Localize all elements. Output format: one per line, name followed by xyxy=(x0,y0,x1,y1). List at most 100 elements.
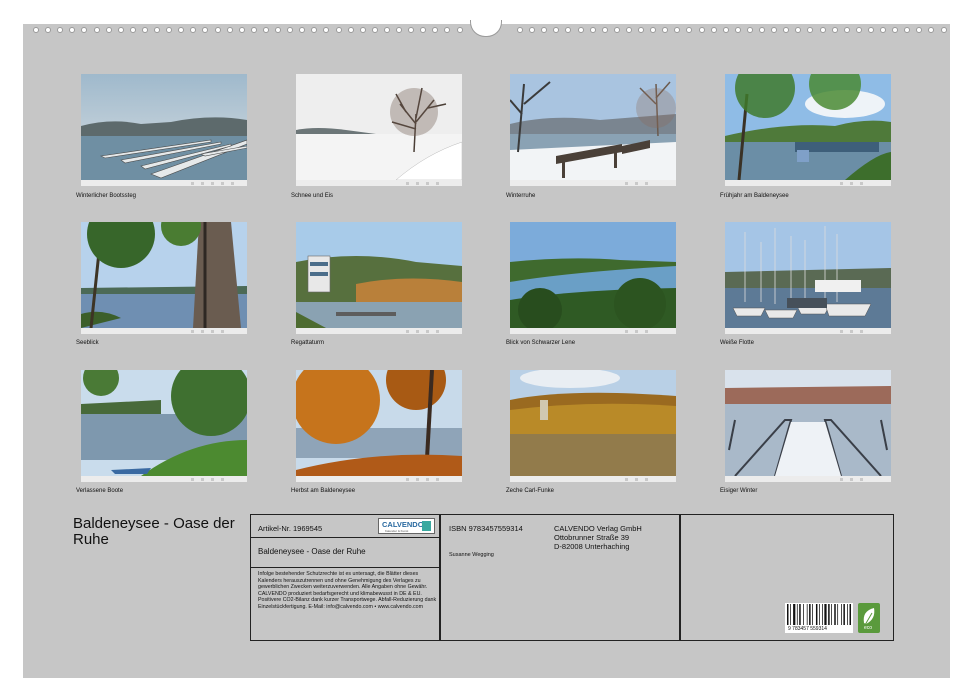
binding-hole xyxy=(45,27,52,33)
binding-hole xyxy=(33,27,39,33)
binding-hole xyxy=(238,27,245,33)
photo-caption: Winterlicher Bootssteg xyxy=(76,193,137,199)
binding-hole xyxy=(408,27,415,33)
article-number: Artikel-Nr. 1969545 xyxy=(258,524,323,533)
binding-hole xyxy=(299,27,306,33)
binding-hole xyxy=(214,27,221,33)
product-info-box: Artikel-Nr. 1969545 CALVENDO Kalender & … xyxy=(250,514,894,641)
photo-thumbnail-spring-lake xyxy=(725,74,891,186)
binding-hole xyxy=(154,27,160,33)
calvendo-logo: CALVENDO Kalender & Kunst xyxy=(378,518,435,534)
binding-hole xyxy=(795,27,802,33)
binding-hole xyxy=(843,27,850,33)
photo-caption: Verlassene Boote xyxy=(76,488,124,494)
binding-hole xyxy=(916,27,923,33)
binding-hole xyxy=(904,27,911,33)
legal-notice: Infolge bestehender Schutzrechte ist es … xyxy=(258,571,437,610)
logo-mark-icon xyxy=(422,521,431,531)
barcode-digits: 9 783457 559314 xyxy=(788,626,827,632)
binding-hole xyxy=(625,27,632,33)
logo-tagline: Kalender & Kunst xyxy=(385,529,409,533)
binding-hole xyxy=(807,27,814,33)
binding-hole xyxy=(855,27,862,33)
binding-hole xyxy=(456,27,463,33)
binding-hole xyxy=(613,27,620,33)
publisher-city: D-82008 Unterhaching xyxy=(554,542,630,551)
binding-hole xyxy=(432,27,439,33)
binding-hole xyxy=(650,27,657,33)
photo-thumbnail-regatta-tower xyxy=(296,222,462,334)
binding-hole xyxy=(81,27,88,33)
binding-hole xyxy=(311,27,318,33)
binding-hole xyxy=(287,27,294,33)
binding-hole xyxy=(347,27,354,33)
photo-thumbnail-autumn-lake xyxy=(296,370,462,482)
binding-hole xyxy=(93,27,100,33)
binding-hole xyxy=(383,27,390,33)
binding-hole xyxy=(928,27,935,33)
binding-hole xyxy=(783,27,790,33)
product-title: Baldeneysee - Oase der Ruhe xyxy=(258,547,366,556)
binding-hole xyxy=(396,27,402,33)
binding-hole xyxy=(662,27,669,33)
eco-badge: eco xyxy=(858,603,880,633)
binding-hole xyxy=(880,27,886,33)
binding-hole xyxy=(444,27,451,33)
binding-hole xyxy=(517,27,523,33)
binding-hole xyxy=(589,27,596,33)
binding-hole xyxy=(698,27,705,33)
binding-hole xyxy=(335,27,342,33)
photo-thumbnail-lake-view xyxy=(81,222,247,334)
binding-hole xyxy=(359,27,366,33)
binding-hole xyxy=(892,27,899,33)
isbn: ISBN 9783457559314 xyxy=(449,524,523,533)
binding-hole xyxy=(577,27,584,33)
binding-hole xyxy=(262,27,269,33)
binding-hole xyxy=(565,27,572,33)
binding-hole xyxy=(226,27,233,33)
binding-hole xyxy=(69,27,76,33)
binding-hole xyxy=(746,27,753,33)
calendar-title: Baldeneysee - Oase der Ruhe xyxy=(73,515,235,548)
binding-hole xyxy=(674,27,681,33)
binding-hole xyxy=(166,27,173,33)
photo-thumbnail-winter-jetty xyxy=(81,74,247,186)
binding-hole xyxy=(771,27,778,33)
binding-hole xyxy=(117,27,124,33)
photo-caption: Winterruhe xyxy=(506,193,536,199)
publisher-name: CALVENDO Verlag GmbH xyxy=(554,524,642,533)
photo-thumbnail-icy-winter xyxy=(725,370,891,482)
binding-hole xyxy=(105,27,112,33)
photo-caption: Blick von Schwarzer Lene xyxy=(506,340,576,346)
photo-caption: Zeche Carl-Funke xyxy=(506,488,555,494)
binding-hole xyxy=(323,27,330,33)
binding-hole xyxy=(371,27,378,33)
binding-hole xyxy=(190,27,197,33)
binding-hole xyxy=(819,27,826,33)
publisher-street: Ottobrunner Straße 39 xyxy=(554,533,630,542)
eco-label: eco xyxy=(864,625,873,631)
binding-hole xyxy=(831,27,838,33)
photo-thumbnail-snow-ice xyxy=(296,74,462,186)
binding-hole xyxy=(722,27,729,33)
author-name: Susanne Wegging xyxy=(449,552,494,558)
isbn-barcode: 9 783457 559314 xyxy=(785,603,853,633)
photo-caption: Frühjahr am Baldeneysee xyxy=(720,193,789,199)
binding-hole xyxy=(940,27,947,33)
photo-caption: Regattaturm xyxy=(291,340,325,346)
logo-wordmark: CALVENDO xyxy=(382,520,424,529)
photo-caption: Schnee und Eis xyxy=(291,193,334,199)
photo-caption: Seeblick xyxy=(76,340,99,346)
photo-caption: Herbst am Baldeneysee xyxy=(291,488,356,494)
photo-caption: Weiße Flotte xyxy=(720,340,754,346)
photo-thumbnail-zeche-carl-funke xyxy=(510,370,676,482)
binding-hole xyxy=(57,27,64,33)
photo-thumbnail-schwarze-lene xyxy=(510,222,676,334)
binding-hole xyxy=(202,27,209,33)
photo-thumbnail-winter-bench xyxy=(510,74,676,186)
binding-hole xyxy=(759,27,765,33)
binding-hole xyxy=(686,27,693,33)
binding-hole xyxy=(420,27,427,33)
binding-hole xyxy=(553,27,560,33)
binding-hole xyxy=(601,27,608,33)
